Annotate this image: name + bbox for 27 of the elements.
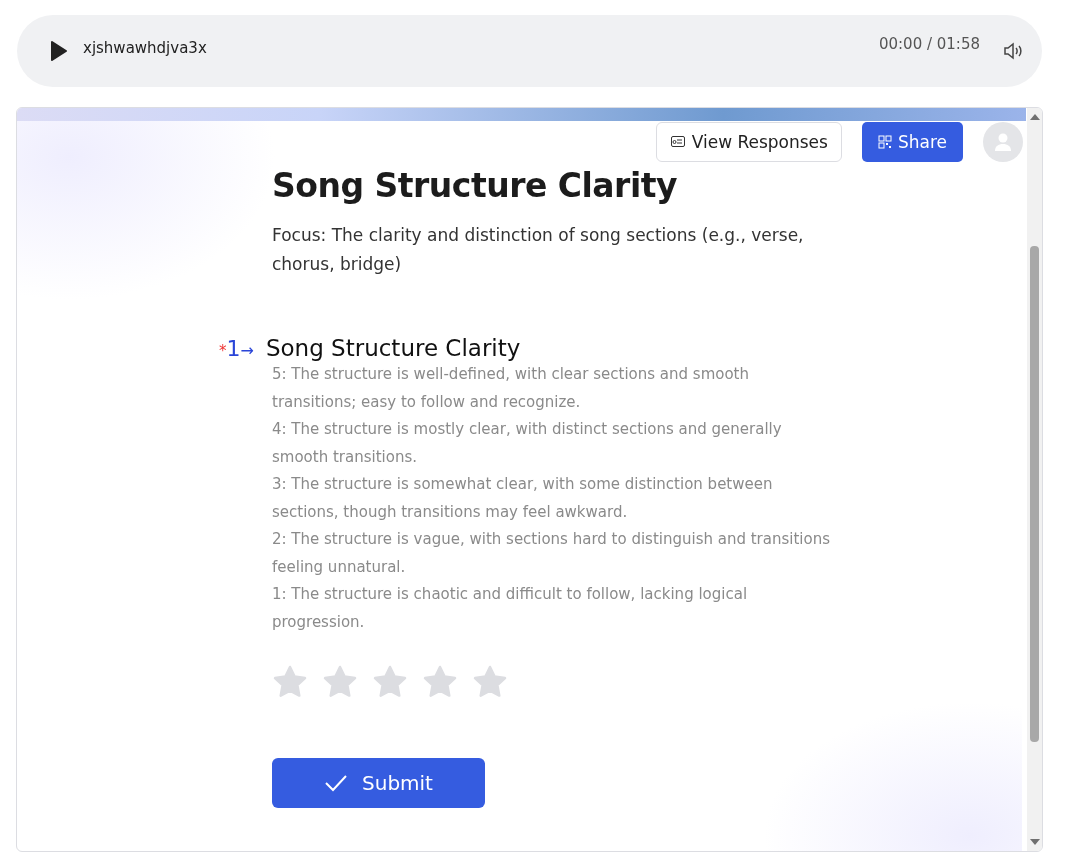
form-description: Focus: The clarity and distinction of song sections (e.g., verse, chorus, bridge) (272, 224, 805, 276)
submit-button[interactable]: Submit (272, 758, 485, 808)
responses-icon (669, 134, 686, 150)
speaker-icon[interactable] (1002, 40, 1024, 62)
rating-criterion: 1: The structure is chaotic and difficult to follow, lacking logical progression. (272, 584, 749, 633)
star-icon[interactable] (422, 664, 458, 700)
star-icon[interactable] (472, 664, 508, 700)
rating-criterion: 2: The structure is vague, with sections hard to distinguish and transitions feeling unnatural. (272, 529, 831, 578)
rating-criterion: 4: The structure is mostly clear, with distinct sections and generally smooth transitions. (272, 419, 783, 468)
question-title: Song Structure Clarity (265, 335, 521, 361)
share-button[interactable]: Share (861, 122, 963, 162)
view-responses-button[interactable]: View Responses (655, 122, 842, 162)
arrow-icon: → (240, 341, 254, 360)
rating-criterion: 5: The structure is well-defined, with clear sections and smooth transitions; easy to follow and recognize. (272, 364, 750, 413)
avatar[interactable] (983, 122, 1023, 162)
question-number: 1 (226, 336, 241, 361)
form-title: Song Structure Clarity (272, 166, 678, 205)
required-mark: * (219, 342, 227, 360)
track-title: xjshwawhdjva3x (83, 39, 207, 57)
rating-criterion: 3: The structure is somewhat clear, with some distinction between sections, though transitions may feel awkward. (272, 474, 774, 523)
scrollbar[interactable] (1027, 108, 1042, 851)
star-icon[interactable] (272, 664, 308, 700)
star-icon[interactable] (372, 664, 408, 700)
star-icon[interactable] (322, 664, 358, 700)
playback-time: 00:00 / 01:58 (878, 35, 980, 53)
checkmark-icon (324, 774, 348, 792)
qr-code-icon (877, 135, 892, 149)
